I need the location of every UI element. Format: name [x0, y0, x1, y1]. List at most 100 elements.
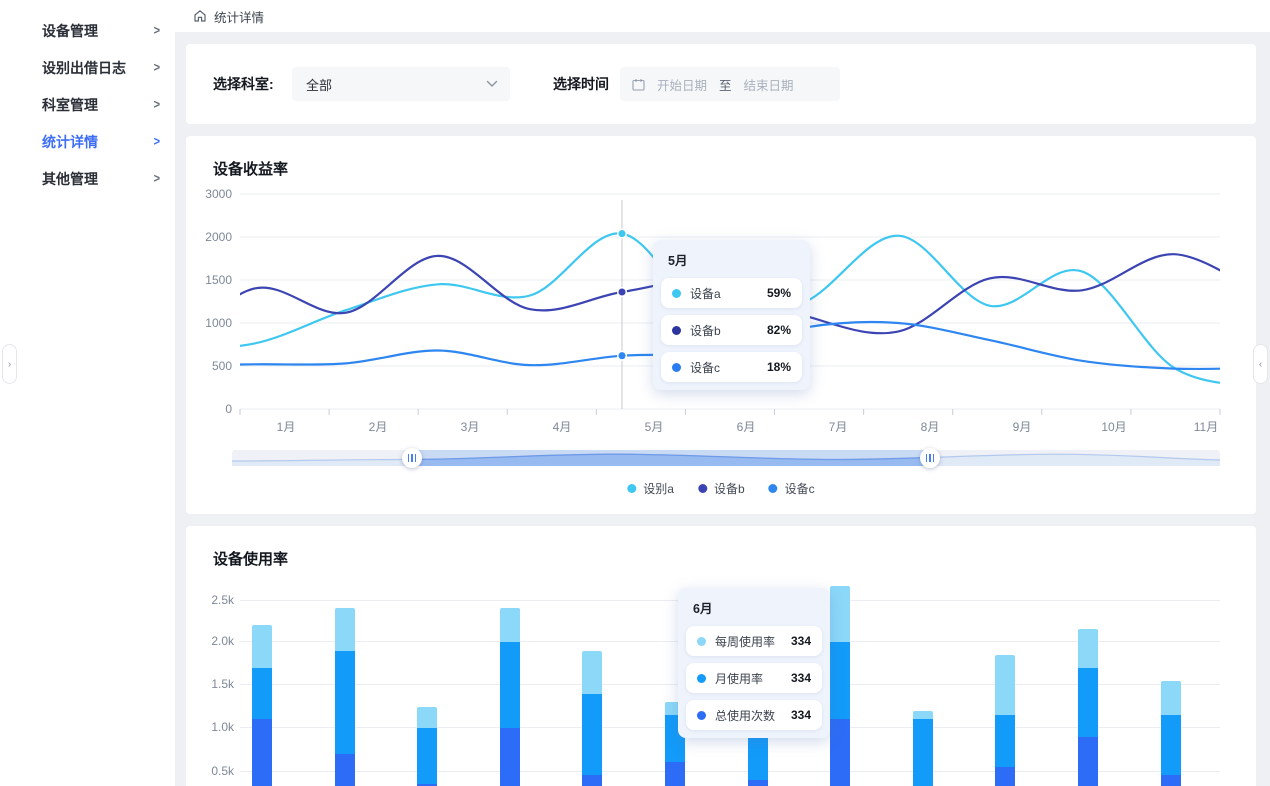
legend-item[interactable]: 设备b [698, 480, 745, 497]
bar-segment-每周使用率[interactable] [1078, 629, 1098, 668]
bar-chart-tooltip: 6月 每周使用率334月使用率334总使用次数334 [678, 588, 830, 738]
y-axis-label: 2.0k [186, 634, 234, 648]
tooltip-row-label: 设备c [690, 359, 767, 376]
sidebar-item-label: 设别出借日志 [42, 58, 126, 78]
bar-segment-总使用次数[interactable] [1161, 775, 1181, 786]
bar-segment-总使用次数[interactable] [252, 719, 272, 786]
line-chart-legend: 设别a 设备b 设备c [627, 480, 814, 497]
brush-handle-right[interactable] [920, 448, 940, 468]
tooltip-row: 月使用率334 [686, 663, 822, 693]
panel-collapse-toggle[interactable]: ‹ [1253, 344, 1268, 384]
legend-item[interactable]: 设备c [769, 480, 815, 497]
tooltip-title: 5月 [668, 250, 802, 269]
bar-segment-每周使用率[interactable] [500, 608, 520, 642]
bar-segment-月使用率[interactable] [500, 642, 520, 728]
tooltip-row-dot [697, 637, 706, 646]
tooltip-row-label: 设备a [690, 285, 767, 302]
tooltip-row-label: 月使用率 [715, 670, 791, 687]
legend-item[interactable]: 设别a [627, 480, 674, 497]
tooltip-row-dot [672, 363, 681, 372]
legend-label: 设别a [643, 480, 674, 497]
bar-segment-每周使用率[interactable] [995, 655, 1015, 715]
sidebar-item-department[interactable]: 科室管理 > [0, 86, 175, 123]
bar-segment-月使用率[interactable] [335, 651, 355, 754]
end-date-input[interactable]: 结束日期 [744, 75, 794, 94]
tooltip-row-value: 334 [791, 671, 811, 685]
tooltip-row-value: 334 [791, 708, 811, 722]
department-filter-label: 选择科室: [213, 67, 274, 101]
sidebar-item-device-management[interactable]: 设备管理 > [0, 12, 175, 49]
series-point-设备a[interactable] [618, 229, 627, 238]
time-filter-label: 选择时间 [553, 67, 609, 101]
bar-segment-总使用次数[interactable] [582, 775, 602, 786]
bar-segment-每周使用率[interactable] [252, 625, 272, 668]
sidebar-item-lend-log[interactable]: 设别出借日志 > [0, 49, 175, 86]
sidebar-item-statistics[interactable]: 统计详情 > [0, 123, 175, 160]
datazoom-brush[interactable] [232, 450, 1220, 466]
bar-segment-总使用次数[interactable] [995, 767, 1015, 786]
sidebar-item-other[interactable]: 其他管理 > [0, 160, 175, 197]
tooltip-row-label: 总使用次数 [715, 707, 791, 724]
home-icon [193, 9, 207, 23]
department-select[interactable]: 全部 [292, 67, 510, 101]
bar-segment-月使用率[interactable] [913, 719, 933, 786]
sidebar-item-label: 设备管理 [42, 21, 98, 41]
tooltip-row-value: 18% [767, 360, 791, 374]
bar-segment-月使用率[interactable] [1078, 668, 1098, 737]
bar-segment-月使用率[interactable] [1161, 715, 1181, 775]
sidebar: 设备管理 > 设别出借日志 > 科室管理 > 统计详情 > 其他管理 > [0, 0, 175, 786]
sidebar-item-label: 统计详情 [42, 132, 98, 152]
calendar-icon [632, 78, 645, 91]
bar-segment-月使用率[interactable] [995, 715, 1015, 767]
bar-segment-月使用率[interactable] [582, 694, 602, 776]
bar-segment-月使用率[interactable] [830, 642, 850, 719]
tooltip-row: 总使用次数334 [686, 700, 822, 730]
sidebar-expand-toggle[interactable]: › [2, 344, 17, 384]
date-range-picker[interactable]: 开始日期 至 结束日期 [620, 67, 840, 101]
grid-line [240, 771, 1220, 772]
bar-segment-每周使用率[interactable] [913, 711, 933, 720]
series-point-设备c[interactable] [618, 351, 627, 360]
bar-segment-总使用次数[interactable] [1078, 737, 1098, 786]
bar-segment-总使用次数[interactable] [830, 719, 850, 786]
tooltip-row-value: 334 [791, 634, 811, 648]
chevron-right-icon: > [154, 172, 160, 186]
breadcrumb: 统计详情 [214, 7, 264, 26]
tooltip-row: 设备a59% [661, 278, 802, 308]
bar-segment-月使用率[interactable] [252, 668, 272, 720]
brush-handle-left[interactable] [402, 448, 422, 468]
tooltip-row-dot [672, 326, 681, 335]
bar-segment-每周使用率[interactable] [582, 651, 602, 694]
chevron-right-icon: > [154, 135, 160, 149]
tooltip-row-value: 82% [767, 323, 791, 337]
chevron-right-icon: > [154, 61, 160, 75]
tooltip-row-dot [697, 674, 706, 683]
series-point-设备b[interactable] [618, 288, 627, 297]
bar-segment-每周使用率[interactable] [830, 586, 850, 642]
legend-label: 设备b [714, 480, 745, 497]
tooltip-row-dot [697, 711, 706, 720]
y-axis-label: 2.5k [186, 593, 234, 607]
bar-segment-总使用次数[interactable] [335, 754, 355, 786]
tooltip-row: 设备b82% [661, 315, 802, 345]
start-date-input[interactable]: 开始日期 [657, 75, 707, 94]
sidebar-item-label: 科室管理 [42, 95, 98, 115]
bar-segment-总使用次数[interactable] [748, 780, 768, 786]
bar-segment-每周使用率[interactable] [1161, 681, 1181, 715]
tooltip-row: 每周使用率334 [686, 626, 822, 656]
bar-segment-总使用次数[interactable] [500, 728, 520, 786]
bar-segment-总使用次数[interactable] [665, 762, 685, 786]
bar-segment-每周使用率[interactable] [335, 608, 355, 651]
chevron-right-icon: > [154, 98, 160, 112]
bar-segment-月使用率[interactable] [417, 728, 437, 784]
line-chart-tooltip: 5月 设备a59% 设备b82% 设备c18% [653, 240, 810, 390]
y-axis-label: 0.5k [186, 764, 234, 778]
bar-segment-每周使用率[interactable] [417, 707, 437, 729]
legend-label: 设备c [785, 480, 815, 497]
tooltip-row-label: 每周使用率 [715, 633, 791, 650]
tooltip-row: 设备c18% [661, 352, 802, 382]
chevron-down-icon [486, 80, 498, 88]
tooltip-row-dot [672, 289, 681, 298]
y-axis-label: 1.0k [186, 720, 234, 734]
filter-panel: 选择科室: 全部 选择时间 开始日期 至 结束日期 [186, 44, 1256, 124]
